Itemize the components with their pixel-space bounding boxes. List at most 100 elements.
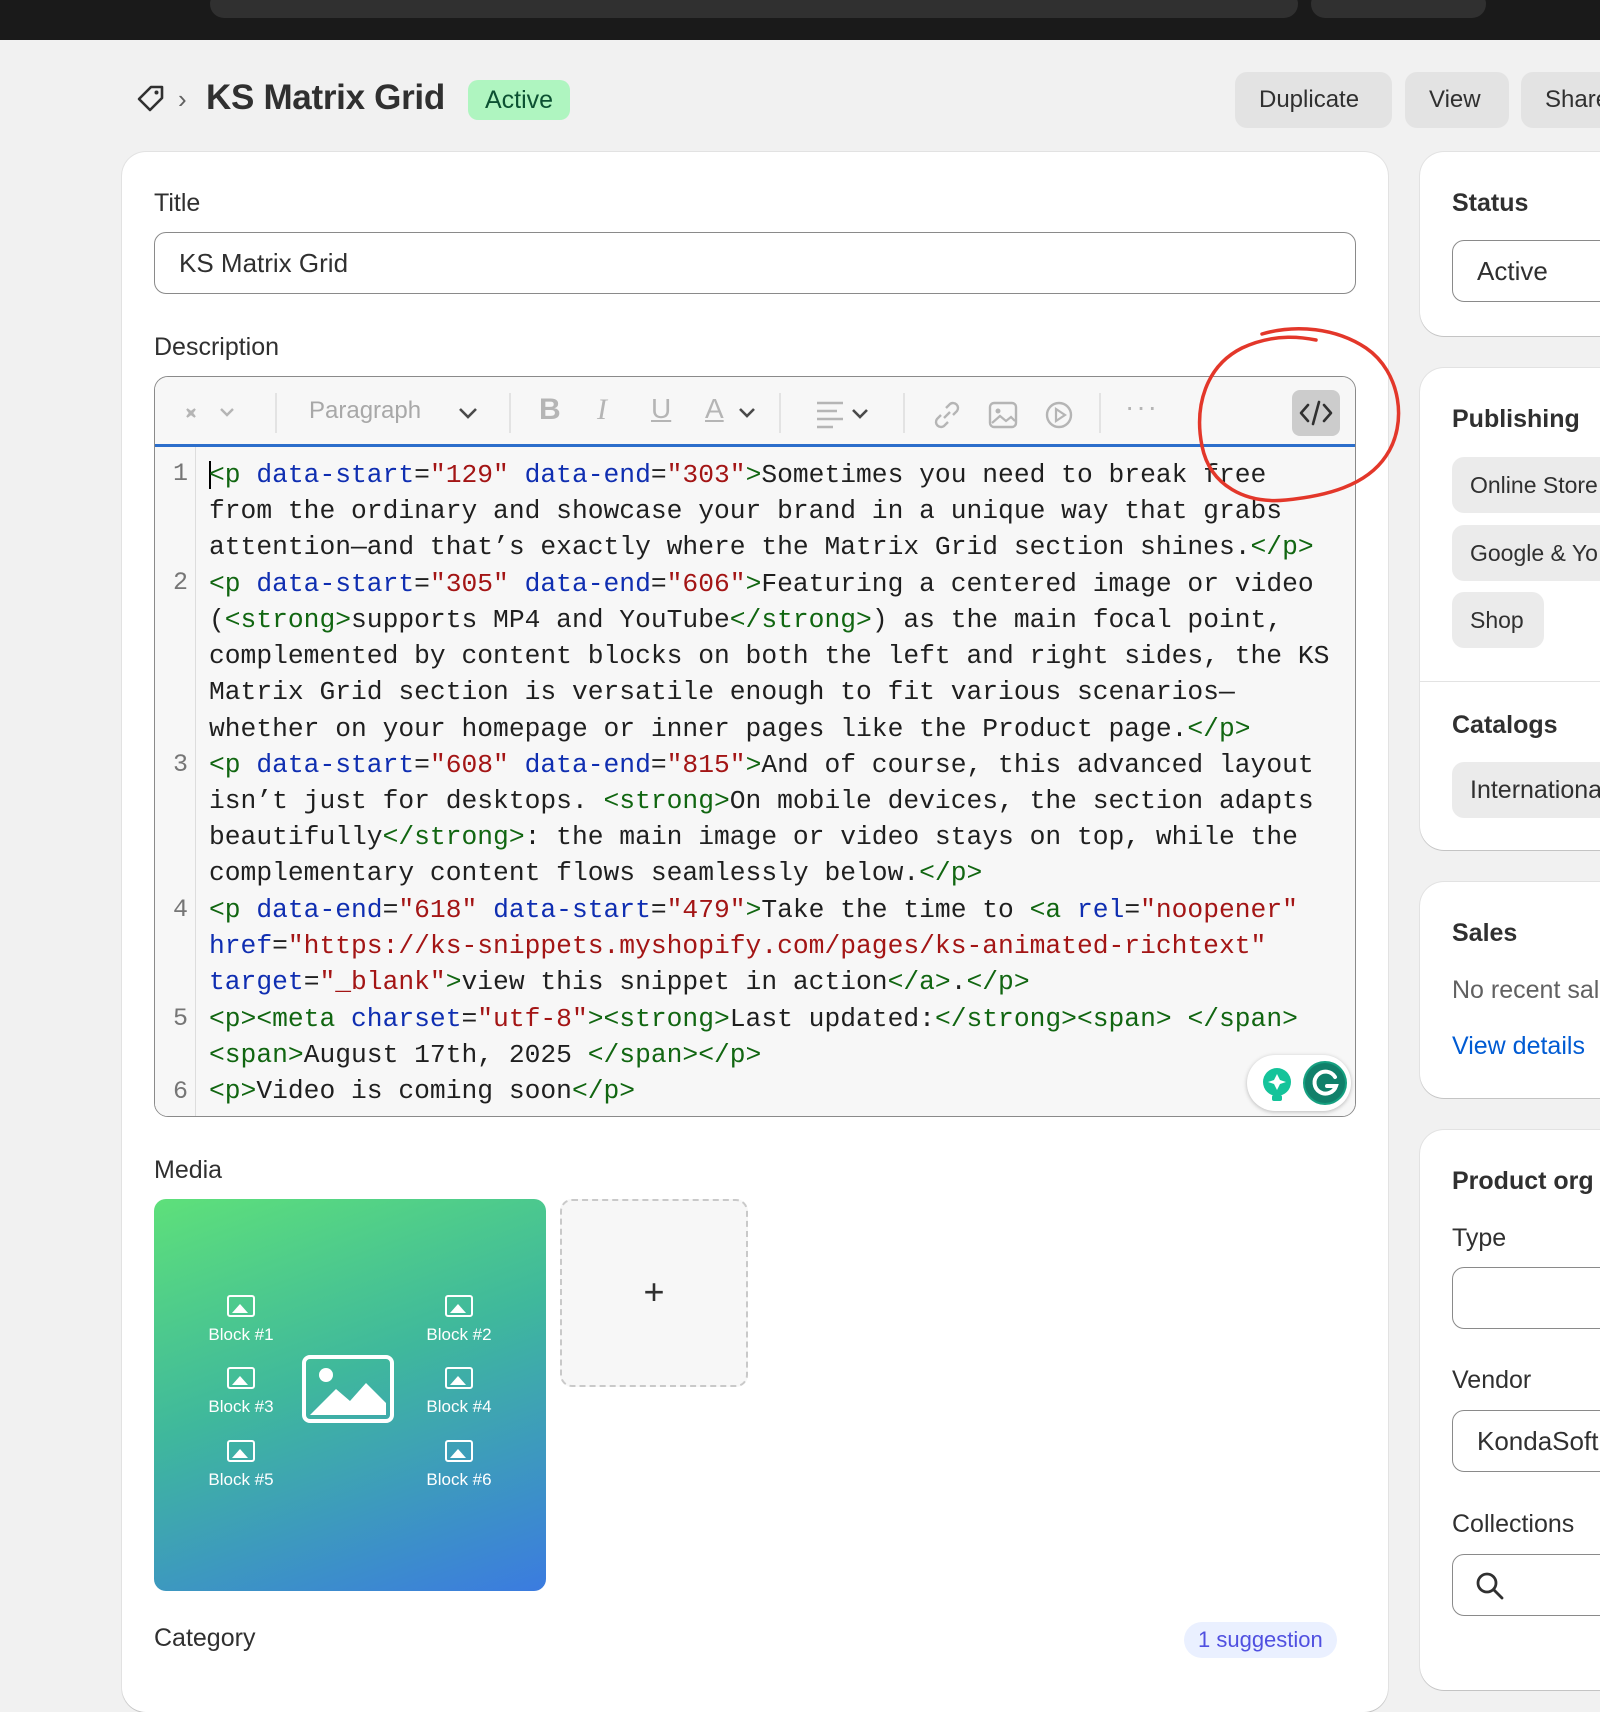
code-line: <p data-start="129" data-end="303">Somet… [209,460,1267,490]
category-label: Category [154,1624,256,1652]
media-block-label: Block #6 [404,1440,514,1490]
sales-title: Sales [1452,919,1518,947]
underline-icon[interactable]: U [651,393,671,425]
code-editor[interactable]: 1 2 3 4 5 6 <p data-start="129" data-end… [155,447,1355,1116]
catalogs-title: Catalogs [1452,711,1558,739]
image-icon[interactable] [987,399,1019,431]
title-label: Title [154,189,201,217]
top-bar [0,0,1600,40]
code-line: whether on your homepage or inner pages … [209,714,1251,744]
code-line: (<strong>supports MP4 and YouTube</stron… [209,605,1283,635]
product-tag-icon[interactable] [135,84,165,114]
code-line: beautifully</strong>: the main image or … [209,822,1298,852]
description-label: Description [154,333,280,361]
top-bar-store-pill[interactable] [1311,0,1486,18]
chevron-down-icon[interactable] [737,405,757,421]
bold-icon[interactable]: B [539,393,561,427]
media-block-label: Block #2 [404,1295,514,1345]
type-label: Type [1452,1224,1507,1252]
add-media-button[interactable]: + [560,1199,748,1387]
breadcrumb-chevron-icon: › [178,84,187,114]
search-icon [1476,1572,1504,1600]
line-number: 3 [173,750,189,779]
code-line: <p data-start="608" data-end="815">And o… [209,750,1314,780]
line-number: 1 [173,459,189,488]
channel-google[interactable]: Google & Yo [1452,525,1600,581]
collections-search-input[interactable] [1452,1554,1600,1616]
category-suggestion-badge[interactable]: 1 suggestion [1184,1622,1337,1658]
code-line: <span>August 17th, 2025 </span></p> [209,1040,762,1070]
code-line: from the ordinary and showcase your bran… [209,496,1283,526]
line-number: 4 [173,895,189,924]
annotation-circle [1197,326,1401,503]
image-icon [227,1295,255,1317]
image-icon [227,1440,255,1462]
description-editor: Paragraph B I U A ··· 1 2 3 4 5 6 <p dat… [154,376,1356,1117]
line-number-gutter: 1 2 3 4 5 6 [155,447,196,1116]
collections-label: Collections [1452,1510,1575,1538]
page-title: KS Matrix Grid [206,78,445,117]
code-line: target="_blank">view this snippet in act… [209,967,1030,997]
title-input[interactable]: KS Matrix Grid [154,232,1356,294]
media-block-label: Block #1 [186,1295,296,1345]
global-search[interactable] [210,0,1298,18]
product-org-title: Product org [1452,1167,1594,1195]
toolbar-divider [275,393,277,433]
channel-shop[interactable]: Shop [1452,592,1544,648]
image-icon [445,1295,473,1317]
code-line: Matrix Grid section is versatile enough … [209,677,1235,707]
page-header: › KS Matrix Grid Active Duplicate View S… [0,70,1600,130]
center-image-icon [302,1355,394,1423]
line-number: 2 [173,568,189,597]
code-line: <p data-end="618" data-start="479">Take … [209,895,1298,925]
line-number: 5 [173,1004,189,1033]
paragraph-select[interactable]: Paragraph [309,397,421,425]
view-button[interactable]: View [1405,72,1509,128]
toolbar-divider [509,393,511,433]
code-line: complementary content flows seamlessly b… [209,858,983,888]
italic-icon[interactable]: I [597,393,607,427]
card-divider [1420,681,1600,682]
toolbar-divider [903,393,905,433]
catalog-international[interactable]: International [1452,762,1600,818]
code-line: attention—and that’s exactly where the M… [209,532,1314,562]
media-thumbnail[interactable]: Block #1 Block #2 Block #3 Block #4 Bloc… [154,1199,546,1591]
editor-toolbar: Paragraph B I U A ··· [155,377,1355,447]
toolbar-divider [779,393,781,433]
grammarly-widget[interactable] [1247,1055,1351,1111]
magic-icon[interactable] [181,399,237,427]
link-icon[interactable] [931,399,963,431]
code-line: <p><meta charset="utf-8"><strong>Last up… [209,1004,1298,1034]
code-line: isn’t just for desktops. <strong>On mobi… [209,786,1314,816]
code-line: <p data-start="305" data-end="606">Featu… [209,569,1314,599]
share-button[interactable]: Share [1521,72,1600,128]
media-block-label: Block #4 [404,1367,514,1417]
status-title: Status [1452,189,1529,217]
vendor-input[interactable]: KondaSoft [1452,1410,1600,1472]
image-icon [445,1367,473,1389]
media-label: Media [154,1156,223,1184]
duplicate-button[interactable]: Duplicate [1235,72,1392,128]
more-icon[interactable]: ··· [1125,391,1159,423]
channel-online-store[interactable]: Online Store [1452,457,1600,513]
image-icon [227,1367,255,1389]
align-icon[interactable] [815,399,875,429]
chevron-down-icon[interactable] [457,405,479,421]
grammarly-icon [1263,1061,1347,1105]
video-icon[interactable] [1043,399,1075,431]
image-icon [445,1440,473,1462]
text-color-icon[interactable]: A [705,393,724,425]
code-line: <p>Video is coming soon</p> [209,1076,636,1106]
type-input[interactable] [1452,1267,1600,1329]
status-select[interactable]: Active [1452,240,1600,302]
view-details-link[interactable]: View details [1452,1032,1585,1061]
media-block-label: Block #3 [186,1367,296,1417]
code-line: href="https://ks-snippets.myshopify.com/… [209,931,1267,961]
media-block-label: Block #5 [186,1440,296,1490]
vendor-label: Vendor [1452,1366,1532,1394]
code-line: complemented by content blocks on both t… [209,641,1330,671]
status-badge: Active [468,80,571,120]
line-number: 6 [173,1077,189,1106]
toolbar-divider [1099,393,1101,433]
publishing-title: Publishing [1452,405,1580,433]
